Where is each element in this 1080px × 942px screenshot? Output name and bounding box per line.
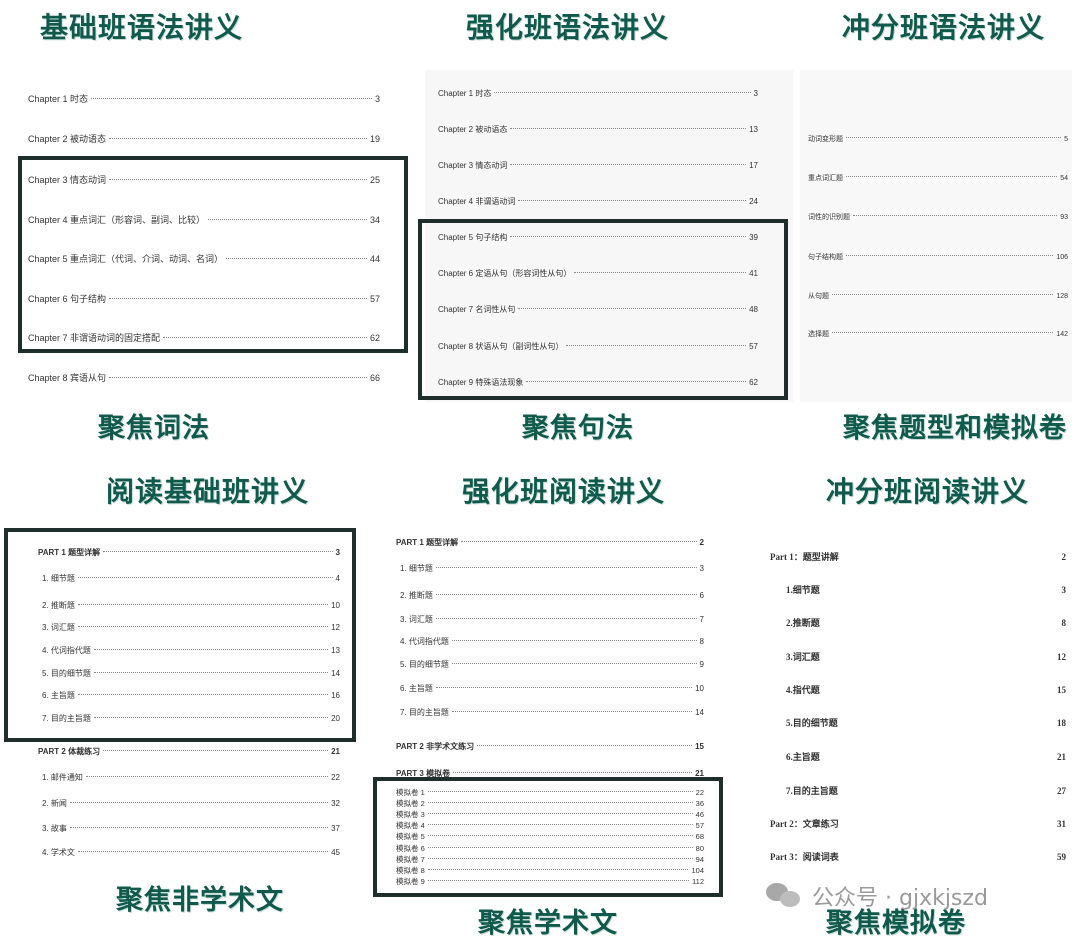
toc-row: Chapter 8 宾语从句 66 xyxy=(28,373,380,383)
toc-row: 2.推断题 8 xyxy=(786,618,1066,628)
toc-row: Part 3：阅读词表 59 xyxy=(770,852,1066,862)
panel-caption: 聚焦学术文 xyxy=(478,908,618,939)
toc-row: Part 2：文章练习 31 xyxy=(770,819,1066,829)
toc-row: Chapter 3 情态动词 17 xyxy=(438,161,758,170)
toc-row: 3.词汇题 12 xyxy=(786,652,1066,662)
toc-row: 2. 新闻 32 xyxy=(42,799,340,808)
toc-row: 7.目的主旨题 27 xyxy=(786,786,1066,796)
toc-row: 4.指代题 15 xyxy=(786,685,1066,695)
toc-row: 1. 细节题 3 xyxy=(400,564,704,573)
wechat-icon xyxy=(766,883,802,909)
toc-row: 句子结构题 106 xyxy=(808,254,1068,261)
watermark-text: 公众号 · gjxkjszd xyxy=(812,886,988,911)
toc-row: 4. 学术文 45 xyxy=(42,848,340,857)
toc-row: PART 2 非学术文练习 15 xyxy=(396,742,704,751)
toc-row: 4. 代词指代题 8 xyxy=(400,637,704,646)
panel-title: 强化班语法讲义 xyxy=(466,11,670,44)
toc-row: Chapter 4 非谓语动词 24 xyxy=(438,197,758,206)
toc-row: Part 1：题型讲解 2 xyxy=(770,552,1066,562)
toc-row: 选择题 142 xyxy=(808,331,1068,338)
panel-title: 阅读基础班讲义 xyxy=(106,475,310,508)
toc-row: PART 1 题型详解 2 xyxy=(396,538,704,547)
watermark: 公众号 · gjxkjszd xyxy=(766,880,988,912)
toc-row: 词性的识别题 93 xyxy=(808,214,1068,221)
toc-row: 7. 目的主旨题 14 xyxy=(400,708,704,717)
panel-title: 冲分班阅读讲义 xyxy=(826,475,1030,508)
toc-list: 动词变形题 5 重点词汇题 54 词性的识别题 93 句子结构题 106 从句题 128 … xyxy=(808,132,1068,352)
toc-row: 5. 目的细节题 9 xyxy=(400,660,704,669)
highlight-frame xyxy=(18,156,408,353)
toc-row: 6. 主旨题 10 xyxy=(400,684,704,693)
highlight-frame xyxy=(418,219,788,400)
highlight-frame xyxy=(4,528,356,742)
panel-title: 冲分班语法讲义 xyxy=(842,11,1046,44)
toc-row: PART 2 体裁练习 21 xyxy=(38,747,340,756)
toc-row: 3. 故事 37 xyxy=(42,824,340,833)
toc-row: 2. 推断题 6 xyxy=(400,591,704,600)
panel-caption: 聚焦非学术文 xyxy=(116,885,284,916)
toc-row: Chapter 2 被动语态 19 xyxy=(28,134,380,144)
highlight-frame xyxy=(373,777,723,897)
toc-row: 6.主旨题 21 xyxy=(786,752,1066,762)
panel-title: 强化班阅读讲义 xyxy=(462,475,666,508)
panel-caption: 聚焦题型和模拟卷 xyxy=(843,413,1067,444)
panel-title: 基础班语法讲义 xyxy=(40,11,244,44)
toc-row: 动词变形题 5 xyxy=(808,136,1068,143)
toc-row: 重点词汇题 54 xyxy=(808,175,1068,182)
toc-row: Chapter 1 时态 3 xyxy=(438,89,758,98)
toc-row: 5.目的细节题 18 xyxy=(786,718,1066,728)
toc-row: 3. 词汇题 7 xyxy=(400,615,704,624)
panel-caption: 聚焦词法 xyxy=(98,413,210,444)
toc-row: Chapter 2 被动语态 13 xyxy=(438,125,758,134)
toc-row: 1.细节题 3 xyxy=(786,585,1066,595)
toc-row: 1. 邮件通知 22 xyxy=(42,773,340,782)
toc-row: Chapter 1 时态 3 xyxy=(28,94,380,104)
toc-row: 从句题 128 xyxy=(808,293,1068,300)
toc-list: Part 1：题型讲解 2 1.细节题 3 2.推断题 8 3.词汇题 12 4.指代题… xyxy=(770,548,1066,868)
panel-caption: 聚焦句法 xyxy=(522,413,634,444)
